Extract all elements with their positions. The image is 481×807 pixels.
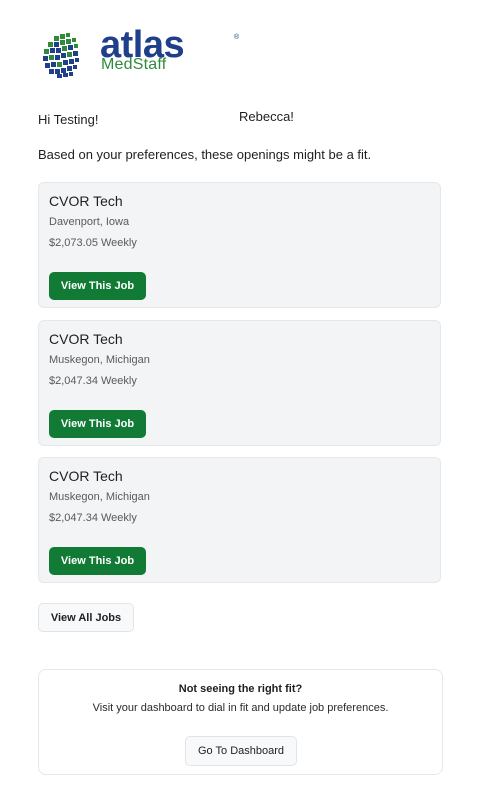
logo-registered-mark: ® [234, 34, 240, 41]
atlas-medstaff-logo: atlas ® MedStaff [40, 26, 239, 80]
job-pay: $2,073.05 Weekly [49, 237, 137, 249]
job-card: CVOR Tech Muskegon, Michigan $2,047.34 W… [38, 457, 441, 583]
job-pay: $2,047.34 Weekly [49, 375, 137, 387]
view-job-button[interactable]: View This Job [49, 272, 146, 300]
greeting-name: Rebecca! [239, 109, 294, 124]
job-title: CVOR Tech [49, 331, 123, 347]
job-title: CVOR Tech [49, 193, 123, 209]
view-all-jobs-button[interactable]: View All Jobs [38, 603, 134, 632]
promo-text: Visit your dashboard to dial in fit and … [92, 702, 389, 714]
logo-subtitle: MedStaff [101, 56, 167, 73]
view-job-button[interactable]: View This Job [49, 410, 146, 438]
job-location: Muskegon, Michigan [49, 354, 150, 366]
job-pay: $2,047.34 Weekly [49, 512, 137, 524]
dashboard-promo-box: Not seeing the right fit? Visit your das… [38, 669, 443, 775]
job-card: CVOR Tech Muskegon, Michigan $2,047.34 W… [38, 320, 441, 446]
job-location: Muskegon, Michigan [49, 491, 150, 503]
promo-title: Not seeing the right fit? [178, 683, 303, 695]
job-title: CVOR Tech [49, 468, 123, 484]
job-card: CVOR Tech Davenport, Iowa $2,073.05 Week… [38, 182, 441, 308]
greeting-text: Hi Testing! [38, 112, 99, 127]
job-location: Davenport, Iowa [49, 216, 130, 228]
view-job-button[interactable]: View This Job [49, 547, 146, 575]
intro-text: Based on your preferences, these opening… [38, 147, 372, 162]
go-to-dashboard-button[interactable]: Go To Dashboard [185, 736, 297, 766]
globe-logo-icon [43, 33, 79, 78]
